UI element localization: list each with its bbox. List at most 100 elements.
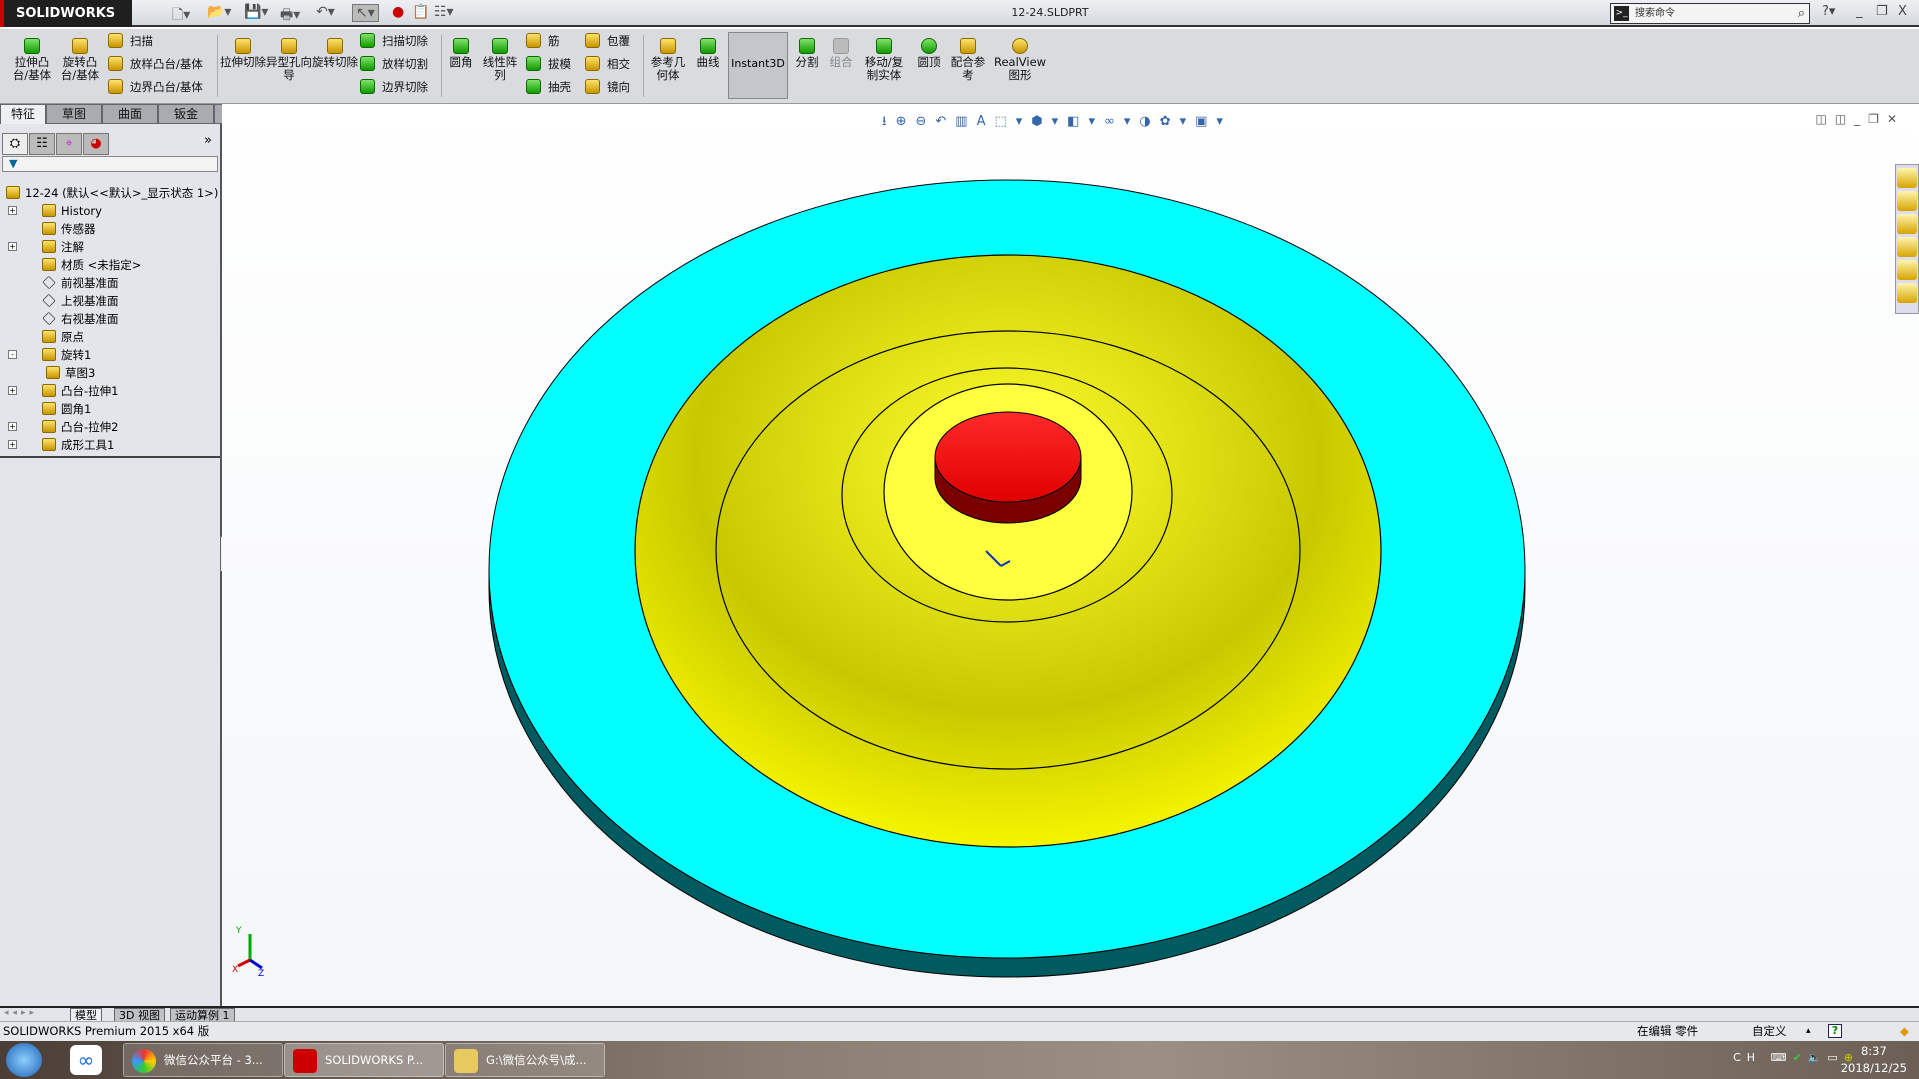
- tree-item[interactable]: 右视基准面: [42, 310, 119, 328]
- taskbar-item-explorer[interactable]: G:\微信公众号\成...: [445, 1043, 605, 1077]
- tree-item[interactable]: 前视基准面: [42, 274, 119, 292]
- rib-button[interactable]: 筋: [526, 33, 560, 49]
- rebuild-icon[interactable]: ●: [392, 4, 404, 20]
- help-icon[interactable]: ?: [1828, 1024, 1842, 1038]
- wrap-button[interactable]: 包覆: [585, 33, 630, 49]
- label: 扫描: [130, 34, 153, 48]
- display-manager-tab-icon[interactable]: ◕: [83, 133, 109, 155]
- save-icon[interactable]: 💾▾: [244, 4, 268, 20]
- hole-wizard-button[interactable]: 异型孔向导: [266, 38, 312, 82]
- tab-1[interactable]: 草图: [46, 104, 102, 124]
- tab-3[interactable]: 钣金: [158, 104, 214, 124]
- search-commands-input[interactable]: >_ 搜索命令 ⌕: [1610, 3, 1810, 24]
- expand-toggle-icon[interactable]: +: [8, 440, 17, 449]
- loft-button[interactable]: 放样凸台/基体: [108, 56, 203, 72]
- close-icon[interactable]: X: [1898, 4, 1907, 19]
- tree-root-part[interactable]: 12-24 (默认<<默认>_显示状态 1>): [6, 184, 218, 202]
- minimize-icon[interactable]: _: [1856, 4, 1863, 19]
- tag-icon[interactable]: ◆: [1900, 1022, 1909, 1041]
- restore-icon[interactable]: ❐: [1876, 4, 1888, 19]
- start-button[interactable]: [6, 1043, 42, 1077]
- tree-item[interactable]: - 旋转1: [8, 346, 91, 364]
- print-icon[interactable]: 🖶▾: [280, 4, 300, 28]
- instant3d-button[interactable]: Instant3D: [728, 32, 788, 99]
- combine-button[interactable]: 组合: [826, 38, 856, 69]
- move-copy-body-button[interactable]: 移动/复制实体: [862, 38, 906, 82]
- tree-filter-input[interactable]: ▼: [2, 156, 218, 172]
- solidworks-logo[interactable]: SOLIDWORKS: [0, 0, 132, 27]
- swept-cut-button[interactable]: 扫描切除: [360, 33, 428, 49]
- baidu-netdisk-icon[interactable]: ∞: [70, 1045, 102, 1075]
- expand-toggle-icon[interactable]: +: [8, 242, 17, 251]
- lofted-cut-icon: [360, 56, 375, 71]
- mirror-button[interactable]: 镜向: [585, 79, 630, 95]
- expand-panel-icon[interactable]: »: [204, 133, 212, 148]
- search-icon[interactable]: ⌕: [1798, 4, 1805, 23]
- realview-button[interactable]: RealView图形: [994, 38, 1046, 82]
- file-properties-icon[interactable]: 📋: [412, 4, 429, 20]
- linear-pattern-button[interactable]: 线性阵列: [480, 38, 520, 82]
- part-model[interactable]: [488, 179, 1526, 978]
- tab-motion-study[interactable]: 运动算例 1: [170, 1008, 235, 1022]
- keyboard-icon[interactable]: ⌨: [1771, 1051, 1793, 1064]
- undo-icon[interactable]: ↶▾: [316, 4, 335, 20]
- curves-button[interactable]: 曲线: [692, 38, 724, 69]
- revolved-cut-button[interactable]: 旋转切除: [312, 38, 358, 69]
- expand-toggle-icon[interactable]: +: [8, 206, 17, 215]
- sweep-button[interactable]: 扫描: [108, 33, 153, 49]
- extruded-cut-button[interactable]: 拉伸切除: [220, 38, 266, 69]
- tree-item[interactable]: 草图3: [46, 364, 95, 382]
- boundary-boss-button[interactable]: 边界凸台/基体: [108, 79, 203, 95]
- shell-button[interactable]: 抽壳: [526, 79, 571, 95]
- input-language[interactable]: CH: [1733, 1051, 1761, 1064]
- expand-toggle-icon[interactable]: +: [8, 422, 17, 431]
- label: 边界凸台/基体: [130, 80, 203, 94]
- tab-2[interactable]: 曲面: [102, 104, 158, 124]
- tree-item[interactable]: 传感器: [42, 220, 96, 238]
- extruded-boss-button[interactable]: 拉伸凸台/基体: [8, 38, 56, 82]
- expand-toggle-icon[interactable]: -: [8, 350, 17, 359]
- options-icon[interactable]: ☷▾: [434, 4, 454, 20]
- new-document-icon[interactable]: 🗋▾: [172, 4, 190, 28]
- open-icon[interactable]: 📂▾: [207, 4, 231, 20]
- intersect-button[interactable]: 相交: [585, 56, 630, 72]
- select-icon[interactable]: ↖▾: [352, 4, 379, 22]
- draft-button[interactable]: 拔模: [526, 56, 571, 72]
- tab-scroll-arrows-icon[interactable]: ◂◂▸▸: [4, 1008, 38, 1018]
- tab-3d-views[interactable]: 3D 视图: [114, 1008, 165, 1022]
- expand-toggle-icon[interactable]: +: [8, 386, 17, 395]
- tree-item[interactable]: 材质 <未指定>: [42, 256, 141, 274]
- configuration-manager-tab-icon[interactable]: ⌖: [56, 133, 82, 155]
- status-expand-icon[interactable]: ▴: [1806, 1022, 1811, 1041]
- boundary-cut-button[interactable]: 边界切除: [360, 79, 428, 95]
- feature-manager-tab-icon[interactable]: ⛭: [2, 133, 28, 155]
- split-button[interactable]: 分割: [792, 38, 822, 69]
- label: 筋: [548, 34, 560, 48]
- security-icon[interactable]: ✔: [1792, 1051, 1807, 1064]
- tree-item[interactable]: + History: [8, 202, 102, 220]
- mate-reference-button[interactable]: 配合参考: [948, 38, 988, 82]
- tree-item[interactable]: + 凸台-拉伸2: [8, 418, 118, 436]
- dome-button[interactable]: 圆顶: [912, 38, 946, 69]
- lofted-cut-button[interactable]: 放样切割: [360, 56, 428, 72]
- taskbar-item-solidworks[interactable]: SOLIDWORKS P...: [284, 1043, 444, 1077]
- tree-item[interactable]: 圆角1: [42, 400, 91, 418]
- tree-item[interactable]: 上视基准面: [42, 292, 119, 310]
- tab-model[interactable]: 模型: [70, 1008, 102, 1022]
- taskbar-item-browser[interactable]: 微信公众平台 - 3...: [123, 1043, 283, 1077]
- clock[interactable]: 8:37 2018/12/25: [1841, 1043, 1907, 1077]
- tab-0[interactable]: 特征: [0, 104, 46, 124]
- help-icon[interactable]: ?▾: [1822, 4, 1835, 19]
- tree-item[interactable]: 原点: [42, 328, 84, 346]
- property-manager-tab-icon[interactable]: ☷: [29, 133, 55, 155]
- graphics-area[interactable]: ⭳⊕⊖↶▥A⬚▾⬢▾◧▾∞▾◑✿▾▣▾ ◫◫_❐✕ Y X Z: [222, 104, 1919, 1006]
- reference-geometry-button[interactable]: 参考几何体: [646, 38, 690, 82]
- units-selector[interactable]: 自定义: [1752, 1022, 1787, 1041]
- fillet-button[interactable]: 圆角: [444, 38, 478, 69]
- volume-icon[interactable]: 🔈: [1808, 1051, 1828, 1064]
- revolved-boss-button[interactable]: 旋转凸台/基体: [56, 38, 104, 82]
- boundary-boss-icon: [108, 79, 123, 94]
- tree-item[interactable]: + 凸台-拉伸1: [8, 382, 118, 400]
- tree-item[interactable]: + 注解: [8, 238, 84, 256]
- tree-item[interactable]: + 成形工具1: [8, 436, 114, 454]
